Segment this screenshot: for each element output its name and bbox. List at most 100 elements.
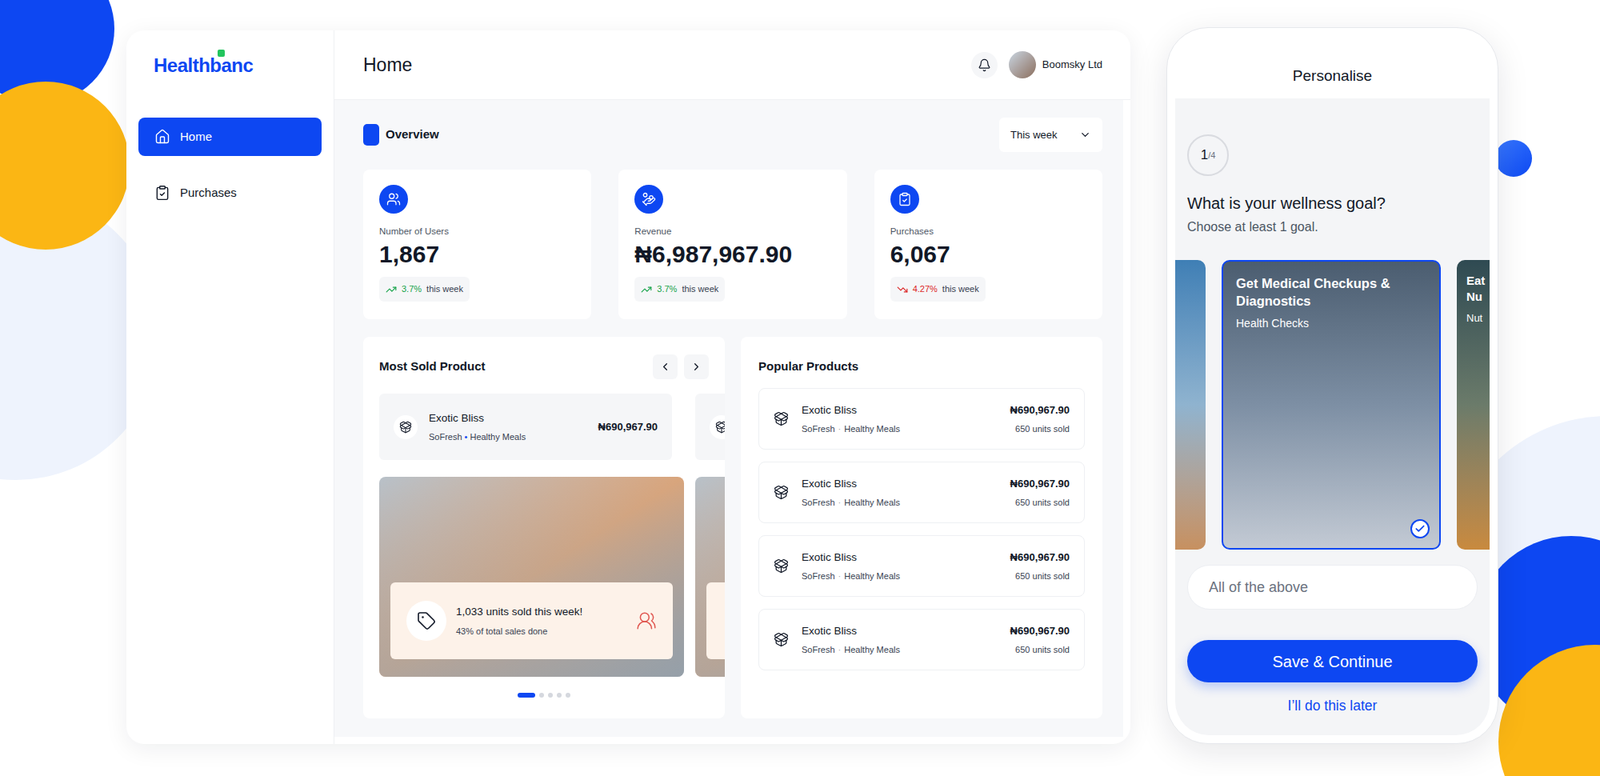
goal-card[interactable] xyxy=(1175,260,1206,550)
do-later-link[interactable]: I’ll do this later xyxy=(1187,695,1478,716)
user-menu[interactable]: Boomsky Ltd xyxy=(1008,51,1103,79)
next-button[interactable] xyxy=(684,354,709,380)
units-sold: 650 units sold xyxy=(1015,569,1070,584)
all-goals-label: All of the above xyxy=(1208,576,1308,599)
package-icon xyxy=(773,411,789,427)
trend-badge: 4.27%this week xyxy=(890,276,986,302)
stat-label: Number of Users xyxy=(379,224,449,239)
sidebar-item-label: Purchases xyxy=(180,184,237,203)
units-sold: 650 units sold xyxy=(1015,496,1070,510)
clipboard-icon xyxy=(154,184,171,201)
sales-detail: 43% of total sales done xyxy=(456,624,583,639)
package-icon xyxy=(715,420,725,434)
pagination-dot[interactable] xyxy=(556,692,562,698)
sales-headline: 1,033 units sold this week! xyxy=(456,604,583,620)
trend-period: this week xyxy=(681,282,719,296)
stats-row: Number of Users1,8673.7%this weekRevenue… xyxy=(363,169,1103,320)
chevron-right-icon xyxy=(690,360,703,373)
product-meta: SoFresh·Healthy Meals xyxy=(801,496,900,510)
selected-check-icon xyxy=(1410,519,1430,539)
phone-frame: Personalise1/4What is your wellness goal… xyxy=(1166,27,1499,744)
pagination-dot[interactable] xyxy=(548,692,553,698)
product-slide[interactable] xyxy=(695,476,725,677)
overview-bar: OverviewThis week xyxy=(363,117,1103,152)
product-name: Exotic Bliss xyxy=(801,402,900,419)
product-card[interactable]: Exotic Bliss SoFresh•Healthy Meals ₦690,96… xyxy=(379,393,672,460)
popular-row[interactable]: Exotic BlissSoFresh·Healthy Meals₦690,96… xyxy=(758,461,1085,524)
stat-icon-badge xyxy=(890,184,920,214)
page: Healthbanc Home Purchases HomeBoomsky Ltd Ov… xyxy=(0,0,1600,776)
panel-title: Popular Products xyxy=(758,357,859,376)
package-icon xyxy=(399,420,412,434)
popular-row[interactable]: Exotic BlissSoFresh·Healthy Meals₦690,96… xyxy=(758,388,1085,450)
product-card[interactable] xyxy=(695,393,725,460)
trend-period: this week xyxy=(426,282,464,296)
stat-label: Revenue xyxy=(634,224,672,239)
prev-button[interactable] xyxy=(652,354,678,380)
product-meta: SoFresh•Healthy Meals xyxy=(428,430,526,444)
logo[interactable]: Healthbanc xyxy=(126,30,334,100)
period-dropdown[interactable]: This week xyxy=(999,117,1103,152)
pagination-dot[interactable] xyxy=(517,692,536,698)
trend-up-icon xyxy=(385,284,397,296)
product-name: Exotic Bliss xyxy=(801,549,900,566)
step-current: 1 xyxy=(1200,144,1208,166)
save-continue-button[interactable]: Save & Continue xyxy=(1187,640,1478,683)
goal-subtitle: Health Checks xyxy=(1236,315,1427,332)
pagination xyxy=(363,692,725,698)
product-meta: SoFresh·Healthy Meals xyxy=(801,569,900,584)
product-carousel: Exotic Bliss SoFresh•Healthy Meals ₦690,96… xyxy=(363,393,725,460)
sales-callout xyxy=(706,582,725,660)
question-hint: Choose at least 1 goal. xyxy=(1187,217,1319,237)
stat-card: Revenue₦6,987,967.903.7%this week xyxy=(618,169,847,320)
trend-badge: 3.7% this week xyxy=(379,276,470,302)
chevron-left-icon xyxy=(659,360,672,373)
all-goals-option[interactable]: All of the above xyxy=(1187,564,1478,610)
product-meta: SoFresh·Healthy Meals xyxy=(801,422,900,436)
product-name: Exotic Bliss xyxy=(428,410,526,427)
content: OverviewThis weekNumber of Users1,8673.7… xyxy=(334,100,1124,737)
product-price: ₦690,967.90 xyxy=(1010,549,1070,566)
stat-icon-badge xyxy=(634,184,664,214)
decor-circle xyxy=(1495,140,1532,177)
products-row: Most Sold Product Exotic Bliss SoFresh•Hea… xyxy=(363,336,1103,719)
trend-down-icon xyxy=(896,284,908,296)
goal-title: Eat Nu xyxy=(1466,272,1489,306)
goal-title: Get Medical Checkups & Diagnostics xyxy=(1236,274,1427,311)
popular-list: Exotic Bliss SoFresh·Healthy Meals ₦690,96… xyxy=(758,388,1085,671)
product-slide[interactable]: 1,033 units sold this week! 43% of total … xyxy=(379,476,684,677)
avatar xyxy=(1008,51,1036,79)
period-value: This week xyxy=(1010,127,1058,144)
most-sold-panel: Most Sold Product Exotic Bliss SoFresh•Hea… xyxy=(363,336,725,719)
popular-row[interactable]: Exotic BlissSoFresh·Healthy Meals₦690,96… xyxy=(758,608,1085,671)
popular-row[interactable]: Exotic Bliss SoFresh·Healthy Meals ₦690,96… xyxy=(758,535,1085,597)
logo-mark-icon xyxy=(217,49,225,57)
notifications-button[interactable] xyxy=(971,52,998,79)
package-icon xyxy=(773,632,789,648)
sidebar-item[interactable]: Home xyxy=(138,117,322,156)
trend-change: 3.7% xyxy=(656,282,677,296)
product-name: Exotic Bliss xyxy=(801,623,900,640)
goal-card[interactable]: Get Medical Checkups & Diagnostics Health… xyxy=(1221,260,1441,550)
top-bar: HomeBoomsky Ltd xyxy=(334,30,1131,100)
goal-card[interactable]: Eat NuNut xyxy=(1456,260,1490,550)
trend-period: this week xyxy=(942,282,980,296)
home-icon xyxy=(154,128,171,145)
pagination-dot[interactable] xyxy=(539,692,544,698)
phone-screen: 1/4What is your wellness goal?Choose at … xyxy=(1175,98,1490,736)
sidebar-item[interactable]: Purchases xyxy=(138,173,322,212)
sidebar-nav: Home Purchases xyxy=(126,100,334,212)
product-price: ₦690,967.90 xyxy=(1010,476,1070,492)
user-name: Boomsky Ltd xyxy=(1042,56,1103,73)
package-icon xyxy=(773,558,789,574)
question: What is your wellness goal? xyxy=(1187,191,1386,216)
trend-change: 3.7% xyxy=(401,282,422,296)
pagination-dot[interactable] xyxy=(565,692,571,698)
stat-icon-badge xyxy=(379,184,408,214)
slide-carousel: 1,033 units sold this week! 43% of total … xyxy=(363,476,725,677)
product-meta: SoFresh·Healthy Meals xyxy=(801,643,900,657)
stat-card: Number of Users1,8673.7%this week xyxy=(363,169,592,320)
panel-title: Most Sold Product xyxy=(379,357,486,376)
product-price: ₦690,967.90 xyxy=(598,419,658,436)
stat-value: 6,067 xyxy=(890,240,951,269)
